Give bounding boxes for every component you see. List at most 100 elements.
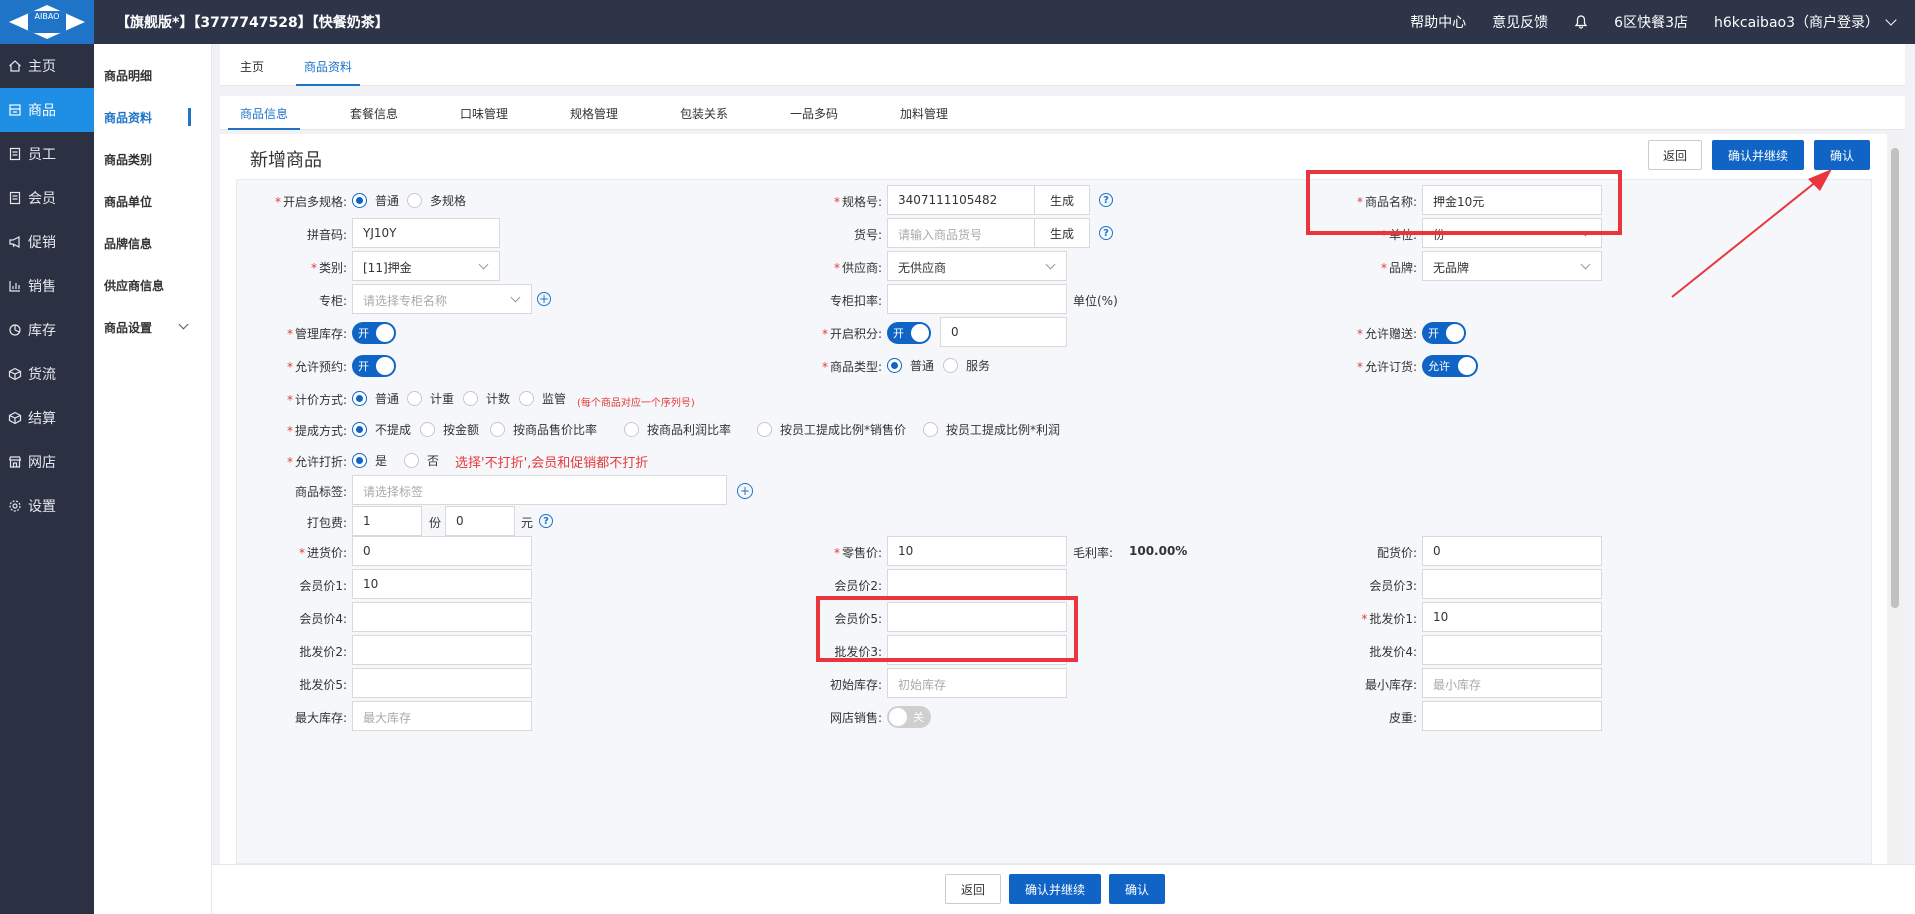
brand-select[interactable]: 无品牌	[1422, 251, 1602, 281]
supplier-select[interactable]: 无供应商	[887, 251, 1067, 281]
bottom-back-button[interactable]: 返回	[945, 874, 1001, 904]
allow-order-toggle[interactable]: 允许	[1422, 355, 1478, 377]
min-stock-input[interactable]: 最小库存	[1422, 668, 1602, 698]
feedback-link[interactable]: 意见反馈	[1492, 12, 1548, 32]
online-sale-toggle[interactable]: 关	[887, 706, 931, 728]
nav-item-webstore[interactable]: 网店	[0, 440, 94, 484]
spec-no-generate-button[interactable]: 生成	[1034, 185, 1090, 215]
tab-goods-info[interactable]: 商品信息	[227, 105, 301, 130]
nav-item-member[interactable]: 会员	[0, 176, 94, 220]
commission-price-rate-radio[interactable]: 按商品售价比率	[490, 421, 597, 438]
discount-yes-radio[interactable]: 是	[352, 452, 387, 469]
spec-no-help-icon[interactable]: ?	[1099, 193, 1113, 207]
bottom-confirm-button[interactable]: 确认	[1109, 874, 1165, 904]
tab-addon[interactable]: 加料管理	[900, 105, 948, 122]
tab-flavor[interactable]: 口味管理	[460, 105, 508, 122]
points-toggle[interactable]: 开	[887, 322, 931, 344]
counter-rate-input[interactable]	[887, 284, 1067, 314]
help-center-link[interactable]: 帮助中心	[1410, 12, 1466, 32]
manage-stock-toggle[interactable]: 开	[352, 322, 396, 344]
nav-item-logistics[interactable]: 货流	[0, 352, 94, 396]
bell-icon[interactable]	[1574, 15, 1588, 29]
max-stock-input[interactable]: 最大库存	[352, 701, 532, 731]
subnav-item-unit[interactable]: 商品单位	[94, 180, 211, 222]
member1-input[interactable]: 10	[352, 569, 532, 599]
commission-none-radio[interactable]: 不提成	[352, 421, 411, 438]
pricing-count-radio[interactable]: 计数	[463, 390, 510, 407]
scroll-thumb[interactable]	[1891, 148, 1899, 608]
points-input[interactable]: 0	[940, 317, 1067, 347]
allow-gift-toggle[interactable]: 开	[1422, 322, 1466, 344]
add-tag-icon[interactable]: +	[737, 483, 753, 499]
add-counter-icon[interactable]: +	[537, 292, 551, 306]
pack-fee-price-input[interactable]: 0	[445, 506, 515, 536]
page-tab-goods-info[interactable]: 商品资料	[295, 58, 361, 86]
nav-item-settlement[interactable]: 结算	[0, 396, 94, 440]
wholesale5-input[interactable]	[352, 668, 532, 698]
purchase-input[interactable]: 0	[352, 536, 532, 566]
logo[interactable]: AIBAO	[0, 0, 94, 44]
allow-reserve-toggle[interactable]: 开	[352, 355, 396, 377]
subnav-item-supplier[interactable]: 供应商信息	[94, 264, 211, 306]
pack-fee-help-icon[interactable]: ?	[539, 514, 553, 528]
account-menu[interactable]: h6kcaibao3（商户登录）	[1714, 12, 1897, 32]
subnav-item-goods-detail[interactable]: 商品明细	[94, 54, 211, 96]
item-type-service-radio[interactable]: 服务	[943, 357, 990, 374]
subnav-item-goods-info[interactable]: 商品资料	[94, 96, 211, 138]
wholesale4-input[interactable]	[1422, 635, 1602, 665]
tag-input[interactable]: 请选择标签	[352, 475, 727, 505]
commission-amount-radio[interactable]: 按金额	[420, 421, 479, 438]
nav-item-settings[interactable]: 设置	[0, 484, 94, 528]
nav-item-promotion[interactable]: 促销	[0, 220, 94, 264]
nav-item-goods[interactable]: 商品	[0, 88, 94, 132]
page-tab-home[interactable]: 主页	[240, 58, 264, 75]
nav-item-home[interactable]: 主页	[0, 44, 94, 88]
item-no-generate-button[interactable]: 生成	[1034, 218, 1090, 248]
member3-input[interactable]	[1422, 569, 1602, 599]
subnav-item-category[interactable]: 商品类别	[94, 138, 211, 180]
wholesale2-input[interactable]	[352, 635, 532, 665]
dist-input[interactable]: 0	[1422, 536, 1602, 566]
required-mark: *	[286, 360, 293, 374]
tab-multi-code[interactable]: 一品多码	[790, 105, 838, 122]
sub-nav: 商品明细 商品资料 商品类别 商品单位 品牌信息 供应商信息 商品设置	[94, 44, 212, 914]
commission-profit-rate-radio[interactable]: 按商品利润比率	[624, 421, 731, 438]
vertical-scrollbar[interactable]	[1889, 134, 1901, 864]
multi-spec-normal-radio[interactable]: 普通	[352, 192, 399, 209]
store-switch[interactable]: 6区快餐3店	[1614, 12, 1688, 32]
tab-spec[interactable]: 规格管理	[570, 105, 618, 122]
radio-dot	[352, 193, 367, 208]
bottom-action-bar: 返回 确认并继续 确认	[212, 864, 1915, 914]
wholesale1-input[interactable]: 10	[1422, 602, 1602, 632]
nav-item-stock[interactable]: 库存	[0, 308, 94, 352]
item-no-help-icon[interactable]: ?	[1099, 226, 1113, 240]
discount-no-radio[interactable]: 否	[404, 452, 439, 469]
item-type-normal-radio[interactable]: 普通	[887, 357, 934, 374]
tab-package[interactable]: 包装关系	[680, 105, 728, 122]
subnav-item-brand[interactable]: 品牌信息	[94, 222, 211, 264]
subnav-item-goods-settings[interactable]: 商品设置	[94, 306, 211, 348]
multi-spec-multi-radio[interactable]: 多规格	[407, 192, 466, 209]
category-select[interactable]: [11]押金	[352, 251, 500, 281]
commission-staff-profit-radio[interactable]: 按员工提成比例*利润	[923, 421, 1060, 438]
counter-select[interactable]: 请选择专柜名称	[352, 284, 532, 314]
tare-input[interactable]	[1422, 701, 1602, 731]
member2-input[interactable]	[887, 569, 1067, 599]
nav-item-staff[interactable]: 员工	[0, 132, 94, 176]
pricing-weight-radio[interactable]: 计重	[407, 390, 454, 407]
toggle-knob	[1446, 324, 1464, 342]
pricing-normal-radio[interactable]: 普通	[352, 390, 399, 407]
commission-staff-price-radio[interactable]: 按员工提成比例*销售价	[757, 421, 906, 438]
retail-input[interactable]: 10	[887, 536, 1067, 566]
spec-no-input[interactable]: 3407111105482	[887, 185, 1035, 215]
pack-fee-qty-input[interactable]: 1	[352, 506, 422, 536]
member4-input[interactable]	[352, 602, 532, 632]
radio-text: 不提成	[375, 423, 412, 437]
nav-item-sales[interactable]: 销售	[0, 264, 94, 308]
init-stock-input[interactable]: 初始库存	[887, 668, 1067, 698]
bottom-confirm-continue-button[interactable]: 确认并继续	[1009, 874, 1101, 904]
pricing-regulated-radio[interactable]: 监管	[519, 390, 566, 407]
pinyin-input[interactable]: YJ10Y	[352, 218, 500, 248]
item-no-input[interactable]: 请输入商品货号	[887, 218, 1035, 248]
tab-combo-info[interactable]: 套餐信息	[350, 105, 398, 122]
